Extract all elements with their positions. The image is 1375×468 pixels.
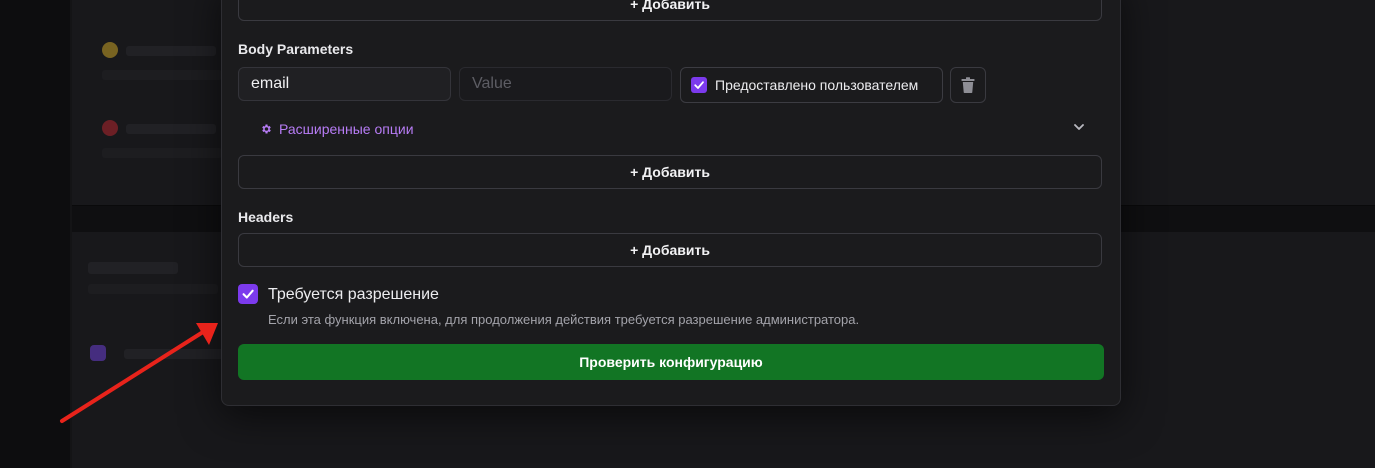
arrow-annotation-icon [60,323,218,423]
user-provided-checkbox[interactable] [691,77,707,93]
headers-heading: Headers [238,209,294,225]
parameter-key-value: email [251,75,290,92]
background-text [126,124,216,134]
user-provided-toggle[interactable]: Предоставлено пользователем [680,67,943,103]
background-text [126,46,216,56]
advanced-options-toggle[interactable]: Расширенные опции [260,121,414,137]
background-status-dot [102,42,118,58]
check-icon [242,289,254,299]
add-body-parameter-button[interactable]: + Добавить [238,155,1102,189]
background-text [88,284,218,294]
parameter-value-placeholder: Value [472,75,512,92]
delete-parameter-button[interactable] [950,67,986,103]
permission-required-label: Требуется разрешение [268,286,439,303]
parameter-key-input[interactable]: email [238,67,451,101]
add-button-top[interactable]: + Добавить [238,0,1102,21]
verify-configuration-button[interactable]: Проверить конфигурацию [238,344,1104,380]
background-text [102,148,222,158]
body-parameters-heading: Body Parameters [238,41,354,57]
permission-required-description: Если эта функция включена, для продолжен… [268,312,860,327]
trash-icon [961,77,975,93]
check-icon [694,81,704,89]
advanced-options-label: Расширенные опции [279,121,414,137]
action-config-modal: + Добавить Body Parameters email Value П… [221,0,1121,406]
gear-icon [262,124,271,134]
permission-required-checkbox[interactable] [238,284,258,304]
background-text [102,70,222,80]
chevron-down-icon[interactable] [1072,120,1086,134]
parameter-value-input[interactable]: Value [459,67,672,101]
user-provided-label: Предоставлено пользователем [715,77,919,93]
background-status-dot [102,120,118,136]
background-text [88,262,178,274]
add-header-button[interactable]: + Добавить [238,233,1102,267]
